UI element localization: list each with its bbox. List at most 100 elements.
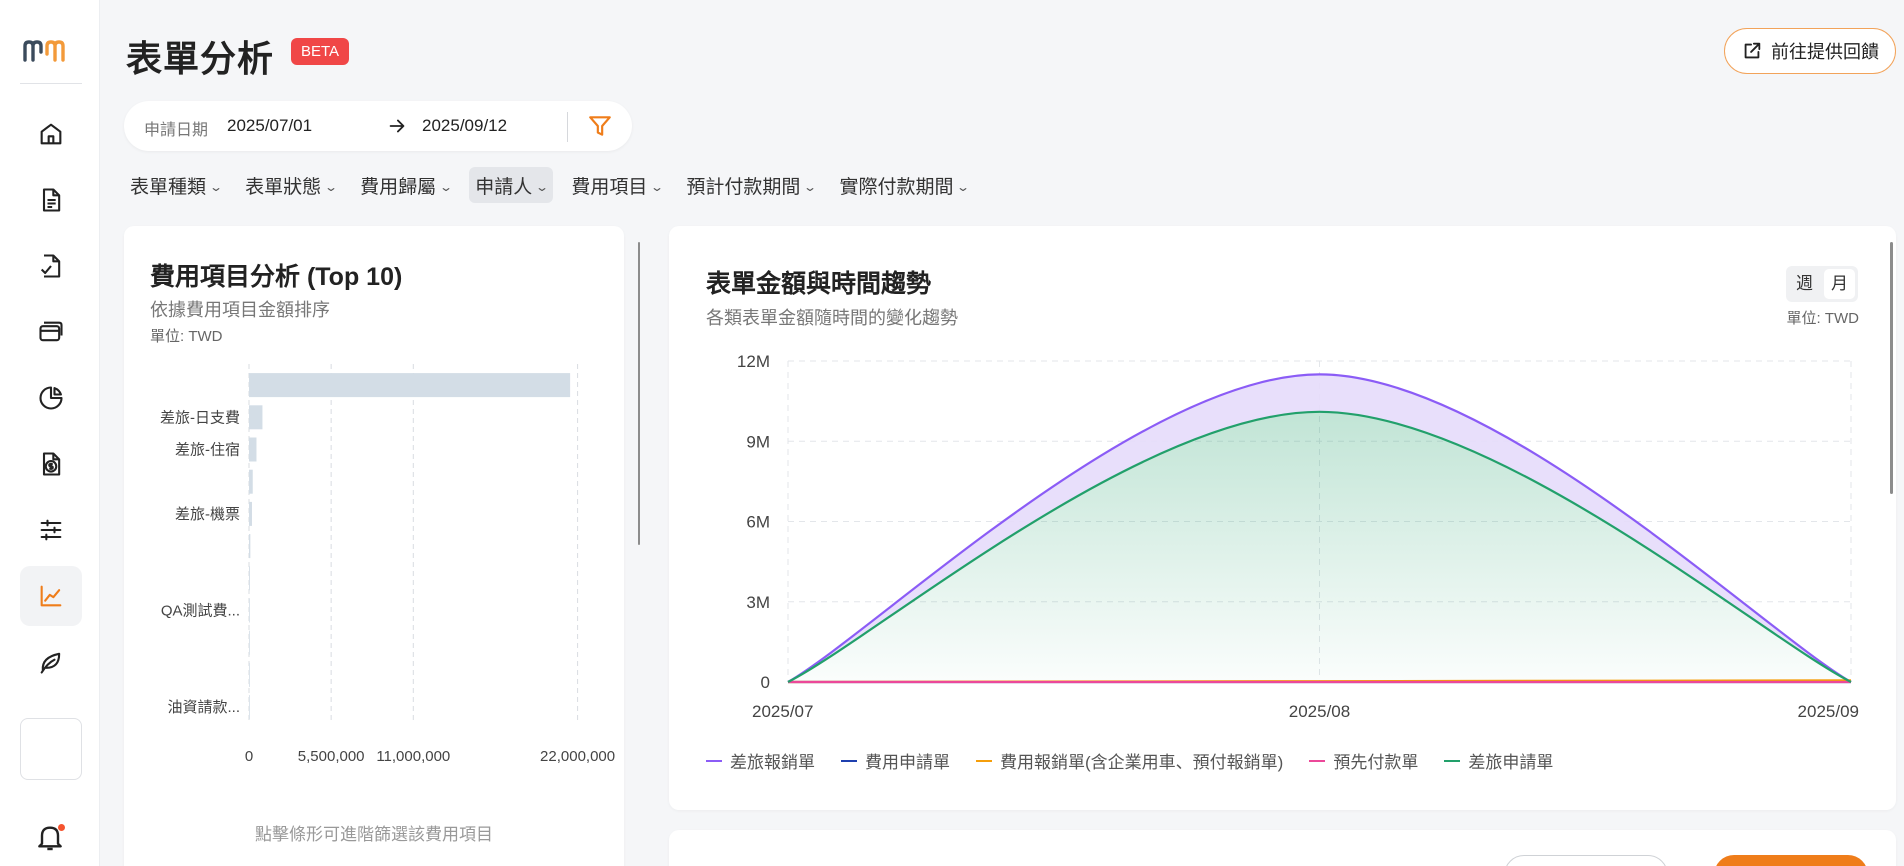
y-tick-label: 0 [761, 673, 770, 692]
bar [249, 662, 250, 687]
logo-divider [20, 83, 82, 84]
pie-chart-icon [39, 386, 63, 410]
sidebar-item-payments[interactable] [20, 302, 82, 362]
filter-form-type[interactable]: 表單種類 ⌄ [124, 167, 227, 203]
trend-area-chart: 0 3M 6M 9M 12M 2025/07 2025/08 2025/09 [737, 352, 1859, 721]
filter-label: 表單種類 [130, 176, 207, 198]
panel-resizer[interactable] [638, 242, 640, 545]
legend-item[interactable]: 差旅申請單 [1444, 748, 1553, 773]
filter-icon[interactable] [587, 113, 613, 139]
x-tick-label: 5,500,000 [298, 748, 365, 765]
y-tick-label: 油資請款... [167, 699, 240, 716]
chevron-down-icon: ⌄ [324, 180, 339, 194]
sidebar-item-approvals[interactable] [20, 236, 82, 296]
filter-label: 預計付款期間 [686, 176, 801, 198]
card-unit: 單位: TWD [1786, 310, 1860, 327]
legend-label: 費用申請單 [865, 753, 950, 772]
legend-label: 差旅申請單 [1468, 753, 1554, 772]
external-link-icon [1744, 42, 1761, 59]
legend-item[interactable]: 預先付款單 [1309, 748, 1418, 773]
bar [249, 534, 251, 559]
filter-form-status[interactable]: 表單狀態 ⌄ [239, 167, 342, 203]
y-tick-label: 差旅-住宿 [175, 442, 240, 459]
filter-actual-payment[interactable]: 實際付款期間 ⌄ [833, 167, 974, 203]
bottom-card [669, 830, 1896, 866]
date-separator [567, 112, 568, 142]
series-area-travel-request [788, 411, 1851, 682]
notification-dot [58, 824, 65, 831]
sidebar-item-analytics[interactable] [20, 566, 82, 626]
bar [249, 630, 250, 655]
arrow-right-icon [389, 119, 405, 133]
toggle-month[interactable]: 月 [1824, 269, 1855, 299]
bar [249, 405, 263, 430]
x-tick-label: 2025/09 [1798, 702, 1859, 721]
feedback-label: 前往提供回饋 [1771, 42, 1879, 62]
document-icon [42, 188, 61, 212]
app-logo[interactable] [22, 36, 78, 64]
filter-expense-item[interactable]: 費用項目 ⌄ [565, 167, 668, 203]
bar [249, 501, 252, 526]
y-tick-label: 9M [746, 432, 770, 451]
expense-bar-chart: 0 5,500,000 11,000,000 22,000,000 差旅-日支費差旅-住… [160, 364, 615, 765]
legend-swatch [1309, 759, 1326, 762]
leaf-icon [40, 652, 61, 674]
filter-label: 費用歸屬 [360, 176, 437, 198]
date-label: 申請日期 [144, 122, 209, 139]
bar [249, 695, 250, 720]
end-date-input[interactable]: 2025/09/12 [422, 116, 507, 136]
card-title: 費用項目分析 (Top 10) [150, 263, 403, 291]
sidebar-item-home[interactable] [20, 104, 82, 164]
sidebar-item-settings[interactable] [20, 500, 82, 560]
legend-item[interactable]: 費用報銷單(含企業用車、預付報銷單) [976, 748, 1283, 773]
credit-card-icon [39, 321, 63, 342]
chart-hint: 點擊條形可進階篩選該費用項目 [255, 825, 493, 844]
card-subtitle: 依據費用項目金額排序 [150, 300, 330, 320]
filter-label: 實際付款期間 [839, 176, 954, 198]
sidebar-item-budget[interactable] [20, 434, 82, 494]
chart-legend: 差旅報銷單 費用申請單 費用報銷單(含企業用車、預付報銷單) 預先付款單 差旅申… [706, 748, 1553, 773]
x-tick-label: 2025/07 [752, 702, 813, 721]
feedback-button[interactable]: 前往提供回饋 [1724, 28, 1896, 74]
filter-cost-owner[interactable]: 費用歸屬 ⌄ [354, 167, 457, 203]
x-tick-label: 0 [245, 748, 253, 765]
period-toggle: 週 月 [1786, 266, 1858, 302]
card-unit: 單位: TWD [150, 328, 223, 345]
beta-badge: BETA [291, 38, 350, 65]
bar [249, 566, 250, 591]
legend-item[interactable]: 差旅報銷單 [706, 748, 815, 773]
sidebar-item-sustainability[interactable] [20, 632, 82, 692]
filter-label: 申請人 [475, 176, 533, 198]
sidebar-item-reports[interactable] [20, 368, 82, 428]
filter-expected-payment[interactable]: 預計付款期間 ⌄ [680, 167, 821, 203]
legend-item[interactable]: 費用申請單 [841, 748, 950, 773]
x-tick-label: 2025/08 [1289, 702, 1350, 721]
sidebar-item-forms[interactable] [20, 170, 82, 230]
filter-label: 表單狀態 [245, 176, 322, 198]
toggle-week[interactable]: 週 [1789, 269, 1820, 299]
y-tick-label: QA測試費... [161, 603, 240, 620]
scrollbar-thumb[interactable] [1890, 242, 1893, 494]
filter-chips: 表單種類 ⌄ 表單狀態 ⌄ 費用歸屬 ⌄ 申請人 ⌄ 費用項目 ⌄ 預計付款期間 ⌄ 實際付… [124, 167, 975, 203]
chevron-down-icon: ⌄ [956, 180, 971, 194]
primary-button[interactable] [1714, 855, 1868, 866]
card-title: 表單金額與時間趨勢 [706, 270, 932, 298]
bar [249, 373, 571, 398]
y-tick-label: 12M [737, 352, 770, 371]
money-document-icon [42, 452, 61, 476]
chevron-down-icon: ⌄ [535, 180, 550, 194]
chevron-down-icon: ⌄ [209, 180, 224, 194]
page-title: 表單分析 [126, 38, 275, 79]
date-range-filter: 申請日期 2025/07/01 2025/09/12 [124, 101, 632, 151]
document-check-icon [40, 254, 61, 278]
y-tick-label: 差旅-機票 [175, 506, 240, 523]
sidebar-empty-slot[interactable] [20, 718, 82, 780]
card-subtitle: 各類表單金額隨時間的變化趨勢 [706, 308, 958, 328]
filter-applicant[interactable]: 申請人 ⌄ [469, 167, 554, 203]
start-date-input[interactable]: 2025/07/01 [227, 116, 312, 136]
secondary-button[interactable] [1504, 855, 1668, 866]
x-tick-label: 11,000,000 [376, 748, 450, 765]
bar [249, 469, 253, 494]
x-tick-label: 22,000,000 [540, 748, 615, 765]
legend-label: 費用報銷單(含企業用車、預付報銷單) [1000, 753, 1284, 772]
